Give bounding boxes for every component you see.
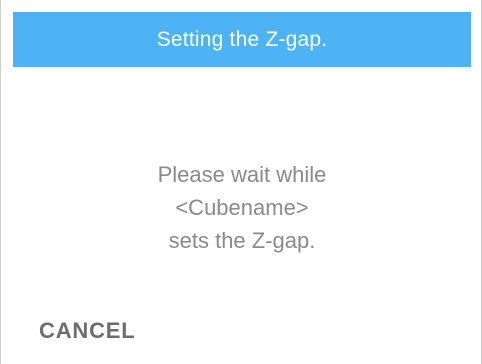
message-line-1: Please wait while (157, 162, 327, 187)
message-line-3: sets the Z-gap. (168, 228, 316, 253)
message-line-2: <Cubename> (175, 195, 309, 220)
dialog-message: Please wait while <Cubename> sets the Z-… (13, 158, 471, 257)
z-gap-dialog: Setting the Z-gap. Please wait while <Cu… (0, 0, 482, 364)
dialog-title: Setting the Z-gap. (156, 27, 328, 51)
cancel-button[interactable]: CANCEL (39, 318, 135, 344)
dialog-header: Setting the Z-gap. (13, 12, 471, 67)
